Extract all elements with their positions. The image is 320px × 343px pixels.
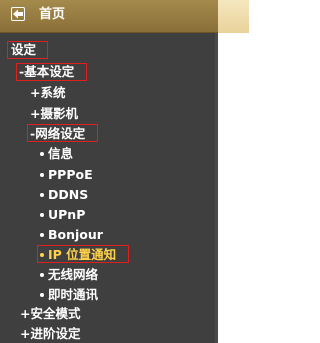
content-header-edge bbox=[218, 0, 249, 33]
menu-bonjour[interactable]: Bonjour bbox=[40, 227, 103, 243]
bullet-icon bbox=[40, 192, 44, 197]
menu-ip-notify[interactable]: IP 位置通知 bbox=[40, 247, 116, 263]
menu-network-settings[interactable]: -网络设定 bbox=[30, 126, 85, 142]
menu-instant-messaging[interactable]: 即时通讯 bbox=[40, 287, 98, 303]
menu-camera[interactable]: +摄影机 bbox=[30, 106, 78, 122]
bullet-icon bbox=[40, 252, 44, 257]
home-header[interactable]: 首页 bbox=[0, 0, 218, 33]
bullet-icon bbox=[40, 151, 44, 156]
menu-ddns[interactable]: DDNS bbox=[40, 187, 88, 203]
back-arrow-icon[interactable] bbox=[11, 7, 25, 21]
menu-upnp[interactable]: UPnP bbox=[40, 207, 85, 223]
menu-security-mode[interactable]: +安全模式 bbox=[20, 306, 80, 322]
menu-advanced-settings[interactable]: +进阶设定 bbox=[20, 326, 80, 342]
bullet-icon bbox=[40, 272, 44, 277]
home-link[interactable]: 首页 bbox=[39, 7, 65, 23]
content-edge bbox=[218, 0, 249, 343]
bullet-icon bbox=[40, 292, 44, 297]
bullet-icon bbox=[40, 212, 44, 217]
menu-basic-settings[interactable]: -基本设定 bbox=[19, 64, 74, 80]
bullet-icon bbox=[40, 172, 44, 177]
sidebar-menu: 首页 设定 -基本设定 +系统 +摄影机 -网络设定 信息 PPPoE DDNS… bbox=[0, 0, 218, 343]
menu-wireless[interactable]: 无线网络 bbox=[40, 267, 98, 283]
menu-settings[interactable]: 设定 bbox=[11, 42, 36, 58]
menu-pppoe[interactable]: PPPoE bbox=[40, 167, 93, 183]
bullet-icon bbox=[40, 232, 44, 237]
menu-info[interactable]: 信息 bbox=[40, 146, 73, 162]
menu-system[interactable]: +系统 bbox=[30, 85, 65, 101]
